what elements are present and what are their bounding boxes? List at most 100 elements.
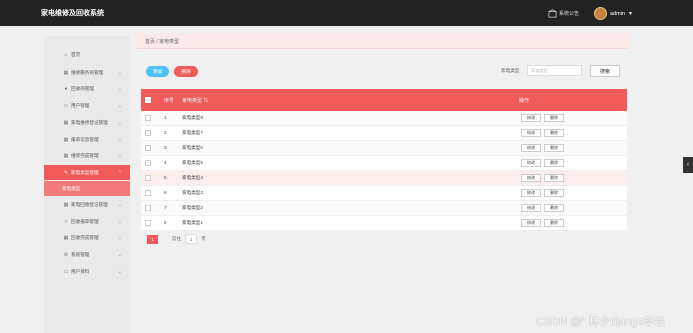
chevron-down-icon: ⌄ — [117, 218, 122, 225]
edit-button[interactable]: 修改 — [521, 129, 541, 137]
goto-input[interactable]: 1 — [185, 234, 198, 244]
sidebar-item-system[interactable]: ⚙ 系统管理 ⌄ — [44, 247, 130, 262]
chevron-down-icon: ⌄ — [117, 85, 122, 92]
row-checkbox[interactable] — [145, 175, 151, 181]
breadcrumb: 首页 / 家电类型 — [145, 39, 180, 45]
edit-button[interactable]: 修改 — [521, 159, 541, 167]
select-all-checkbox[interactable] — [145, 97, 151, 103]
search-input[interactable]: 家电类型 — [527, 65, 582, 76]
sidebar-item-label: 回收报单管理 — [71, 218, 99, 224]
user-menu[interactable]: admin ▼ — [594, 7, 633, 20]
grid-icon: ▦ — [63, 152, 69, 159]
sidebar-item-recycler[interactable]: ● 回收商管理 ⌄ — [44, 81, 130, 96]
sidebar-item-repair-provider[interactable]: ▦ 维修服务商管理 ⌄ — [44, 65, 130, 80]
sidebar-item-label: 首页 — [71, 51, 81, 57]
row-type: 家电类型4 — [182, 175, 203, 180]
sidebar-item-label: 家电维修登记管理 — [71, 119, 108, 125]
chevron-down-icon: ⌄ — [117, 234, 122, 241]
edit-button[interactable]: 修改 — [521, 204, 541, 212]
sidebar-item-repair-complete[interactable]: ▦ 维修完成管理 ⌄ — [44, 148, 130, 163]
table-row: 6 家电类型3 修改 删除 — [141, 186, 627, 201]
edit-button[interactable]: 修改 — [521, 189, 541, 197]
chevron-left-icon: ‹ — [687, 162, 689, 168]
row-type: 家电类型2 — [182, 205, 203, 210]
delete-row-button[interactable]: 删除 — [544, 129, 564, 137]
header-type[interactable]: 家电类型 ⇅ — [182, 97, 208, 104]
edit-button[interactable]: 修改 — [521, 114, 541, 122]
grid-icon: ▦ — [63, 136, 69, 143]
delete-row-button[interactable]: 删除 — [544, 204, 564, 212]
watermark: CSDN @" 林夕django毕设 — [536, 316, 666, 328]
sidebar-item-appliance-type[interactable]: ✎ 家电类型管理 ⌃ — [44, 165, 130, 180]
row-index: 4 — [164, 160, 167, 165]
chevron-down-icon: ⌄ — [117, 201, 122, 208]
row-type: 家电类型5 — [182, 160, 203, 165]
edit-button[interactable]: 修改 — [521, 174, 541, 182]
sidebar-item-home[interactable]: ⌂ 首页 — [44, 47, 130, 62]
row-index: 1 — [164, 115, 167, 120]
search-button[interactable]: 搜索 — [590, 65, 620, 77]
row-type: 家电类型1 — [182, 220, 203, 225]
edit-button[interactable]: 修改 — [521, 144, 541, 152]
chevron-down-icon: ⌄ — [117, 251, 122, 258]
sidebar-item-recycle-complete[interactable]: ▦ 回收完成管理 ⌄ — [44, 230, 130, 245]
grid-icon: ▦ — [63, 234, 69, 241]
pagination: 1 前往 1 页 — [147, 234, 206, 244]
row-checkbox[interactable] — [145, 190, 151, 196]
row-checkbox[interactable] — [145, 220, 151, 226]
delete-button[interactable]: 删除 — [174, 66, 198, 77]
add-button[interactable]: 添加 — [146, 66, 169, 77]
chevron-up-icon: ⌃ — [117, 169, 122, 176]
chevron-down-icon: ⌄ — [117, 152, 122, 159]
row-type: 家电类型6 — [182, 145, 203, 150]
row-index: 5 — [164, 175, 167, 180]
row-checkbox[interactable] — [145, 130, 151, 136]
delete-row-button[interactable]: 删除 — [544, 189, 564, 197]
sidebar-item-repair-register[interactable]: ▦ 家电维修登记管理 ⌄ — [44, 115, 130, 130]
page-suffix: 页 — [201, 236, 206, 241]
sidebar-subitem-appliance-type[interactable]: 家电类型 — [44, 181, 130, 196]
table-row: 2 家电类型7 修改 删除 — [141, 126, 627, 141]
breadcrumb-bar: 首页 / 家电类型 — [137, 33, 630, 49]
pin-icon: ● — [64, 85, 68, 92]
header-index: 序号 — [164, 98, 175, 104]
sidebar: ⌂ 首页 ▦ 维修服务商管理 ⌄ ● 回收商管理 ⌄ ▭ 用户管理 ⌄ ▦ 家电… — [44, 36, 130, 333]
app-title: 家电维修及回收系统 — [41, 10, 104, 17]
delete-row-button[interactable]: 删除 — [544, 159, 564, 167]
table-row: 5 家电类型4 修改 删除 — [141, 171, 627, 186]
edit-button[interactable]: 修改 — [521, 219, 541, 227]
page-current[interactable]: 1 — [147, 234, 158, 244]
sidebar-item-label: 维修服务商管理 — [71, 69, 104, 75]
sidebar-item-report-info[interactable]: ▦ 报单信息管理 ⌄ — [44, 132, 130, 147]
sidebar-item-profile[interactable]: ▭ 用户资料 ⌄ — [44, 264, 130, 279]
chevron-down-icon: ⌄ — [117, 69, 122, 76]
delete-row-button[interactable]: 删除 — [544, 114, 564, 122]
delete-row-button[interactable]: 删除 — [544, 174, 564, 182]
chevron-down-icon: ⌄ — [117, 119, 122, 126]
folder-icon: ▭ — [63, 268, 69, 275]
delete-row-button[interactable]: 删除 — [544, 219, 564, 227]
row-checkbox[interactable] — [145, 115, 151, 121]
sidebar-subitem-label: 家电类型 — [62, 185, 81, 191]
table-row: 1 家电类型8 修改 删除 — [141, 111, 627, 126]
sidebar-item-recycle-register[interactable]: ▦ 家电回收登记管理 ⌄ — [44, 197, 130, 212]
top-bar: 家电维修及回收系统 系统公告 admin ▼ — [0, 0, 693, 26]
row-checkbox[interactable] — [145, 205, 151, 211]
collapse-toggle[interactable]: ‹ — [683, 157, 693, 173]
table-row: 8 家电类型1 修改 删除 — [141, 216, 627, 231]
delete-row-button[interactable]: 删除 — [544, 144, 564, 152]
appliance-type-table: 序号 家电类型 ⇅ 操作 1 家电类型8 修改 删除 2 家电类型7 修改 删除 3 家电类型6 修… — [141, 89, 627, 231]
notice-button[interactable]: 系统公告 — [548, 9, 579, 18]
header-actions: 操作 — [519, 98, 530, 104]
sidebar-item-users[interactable]: ▭ 用户管理 ⌄ — [44, 98, 130, 113]
sidebar-item-recycle-report[interactable]: ≈ 回收报单管理 ⌄ — [44, 214, 130, 229]
sidebar-item-label: 用户资料 — [71, 268, 90, 274]
sidebar-item-label: 报单信息管理 — [71, 136, 99, 142]
table-row: 3 家电类型6 修改 删除 — [141, 141, 627, 156]
table-header: 序号 家电类型 ⇅ 操作 — [141, 89, 627, 111]
chart-icon: ≈ — [64, 218, 68, 225]
sidebar-item-label: 家电类型管理 — [71, 169, 99, 175]
row-checkbox[interactable] — [145, 145, 151, 151]
row-checkbox[interactable] — [145, 160, 151, 166]
user-name: admin — [610, 10, 625, 17]
